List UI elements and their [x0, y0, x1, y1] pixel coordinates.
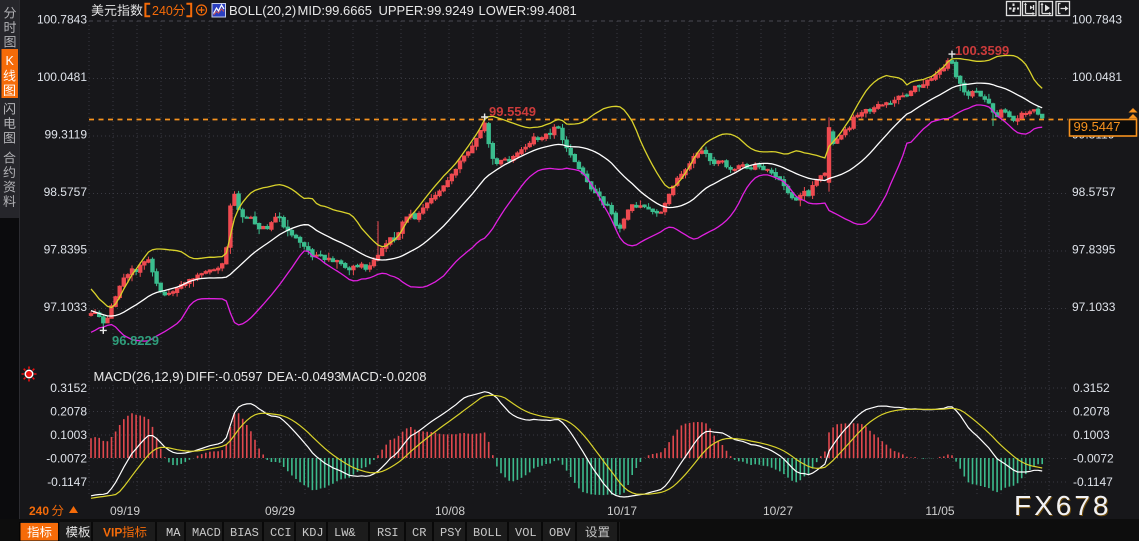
svg-text:MID:99.6665: MID:99.6665	[298, 3, 372, 18]
svg-text:0.3152: 0.3152	[50, 381, 87, 395]
svg-text:-0.0072: -0.0072	[46, 452, 87, 466]
svg-text:99.5549: 99.5549	[489, 104, 536, 119]
svg-text:10/27: 10/27	[763, 504, 793, 518]
svg-text:FX678: FX678	[1014, 490, 1112, 521]
svg-text:09/19: 09/19	[110, 504, 140, 518]
svg-text:-0.1147: -0.1147	[1073, 475, 1113, 489]
svg-text:UPPER:99.9249: UPPER:99.9249	[379, 3, 474, 18]
svg-text:BOLL(20,2): BOLL(20,2)	[229, 3, 296, 18]
svg-text:240: 240	[152, 4, 173, 18]
svg-text:96.8229: 96.8229	[112, 333, 159, 348]
svg-text:DIFF:-0.0597: DIFF:-0.0597	[186, 369, 263, 384]
svg-text:100.7843: 100.7843	[1072, 13, 1122, 27]
svg-text:11/05: 11/05	[925, 504, 954, 518]
svg-text:BIAS: BIAS	[230, 526, 259, 540]
svg-text:0.1003: 0.1003	[1073, 428, 1110, 442]
svg-text:0.2078: 0.2078	[1073, 405, 1110, 419]
svg-text:98.5757: 98.5757	[44, 185, 88, 199]
svg-text:LW&: LW&	[334, 526, 356, 540]
svg-text:100.3599: 100.3599	[955, 43, 1009, 58]
svg-text:K: K	[6, 54, 15, 68]
svg-text:CCI: CCI	[270, 526, 292, 540]
svg-text:240: 240	[29, 504, 49, 518]
svg-text:MA: MA	[166, 526, 181, 540]
svg-text:100.0481: 100.0481	[37, 70, 87, 84]
svg-text:OBV: OBV	[549, 526, 571, 540]
svg-text:MACD:-0.0208: MACD:-0.0208	[341, 369, 427, 384]
svg-text:RSI: RSI	[377, 526, 399, 540]
svg-text:LOWER:99.4081: LOWER:99.4081	[479, 3, 577, 18]
svg-text:DEA:-0.0493: DEA:-0.0493	[267, 369, 341, 384]
svg-text:MACD: MACD	[192, 526, 221, 540]
svg-text:VOL: VOL	[515, 526, 537, 540]
svg-text:PSY: PSY	[440, 526, 462, 540]
svg-text:99.5447: 99.5447	[1074, 119, 1121, 134]
svg-text:10/17: 10/17	[607, 504, 637, 518]
svg-text:CR: CR	[412, 526, 426, 540]
svg-text:10/08: 10/08	[435, 504, 465, 518]
svg-text:97.1033: 97.1033	[44, 300, 88, 314]
svg-text:-0.0072: -0.0072	[1073, 452, 1114, 466]
svg-text:-0.1147: -0.1147	[47, 475, 87, 489]
svg-text:0.3152: 0.3152	[1073, 381, 1110, 395]
svg-text:99.3119: 99.3119	[45, 128, 88, 142]
svg-text:MACD(26,12,9): MACD(26,12,9)	[94, 369, 184, 384]
svg-text:0.2078: 0.2078	[50, 405, 87, 419]
svg-text:KDJ: KDJ	[302, 526, 324, 540]
svg-text:0.1003: 0.1003	[50, 428, 87, 442]
svg-text:100.0481: 100.0481	[1072, 70, 1122, 84]
svg-text:97.8395: 97.8395	[44, 243, 88, 257]
svg-text:97.8395: 97.8395	[1072, 243, 1116, 257]
svg-text:VIP: VIP	[103, 526, 122, 540]
svg-text:BOLL: BOLL	[473, 526, 502, 540]
svg-text:09/29: 09/29	[265, 504, 295, 518]
svg-text:100.7843: 100.7843	[37, 13, 87, 27]
svg-text:98.5757: 98.5757	[1072, 185, 1116, 199]
svg-text:97.1033: 97.1033	[1072, 300, 1116, 314]
